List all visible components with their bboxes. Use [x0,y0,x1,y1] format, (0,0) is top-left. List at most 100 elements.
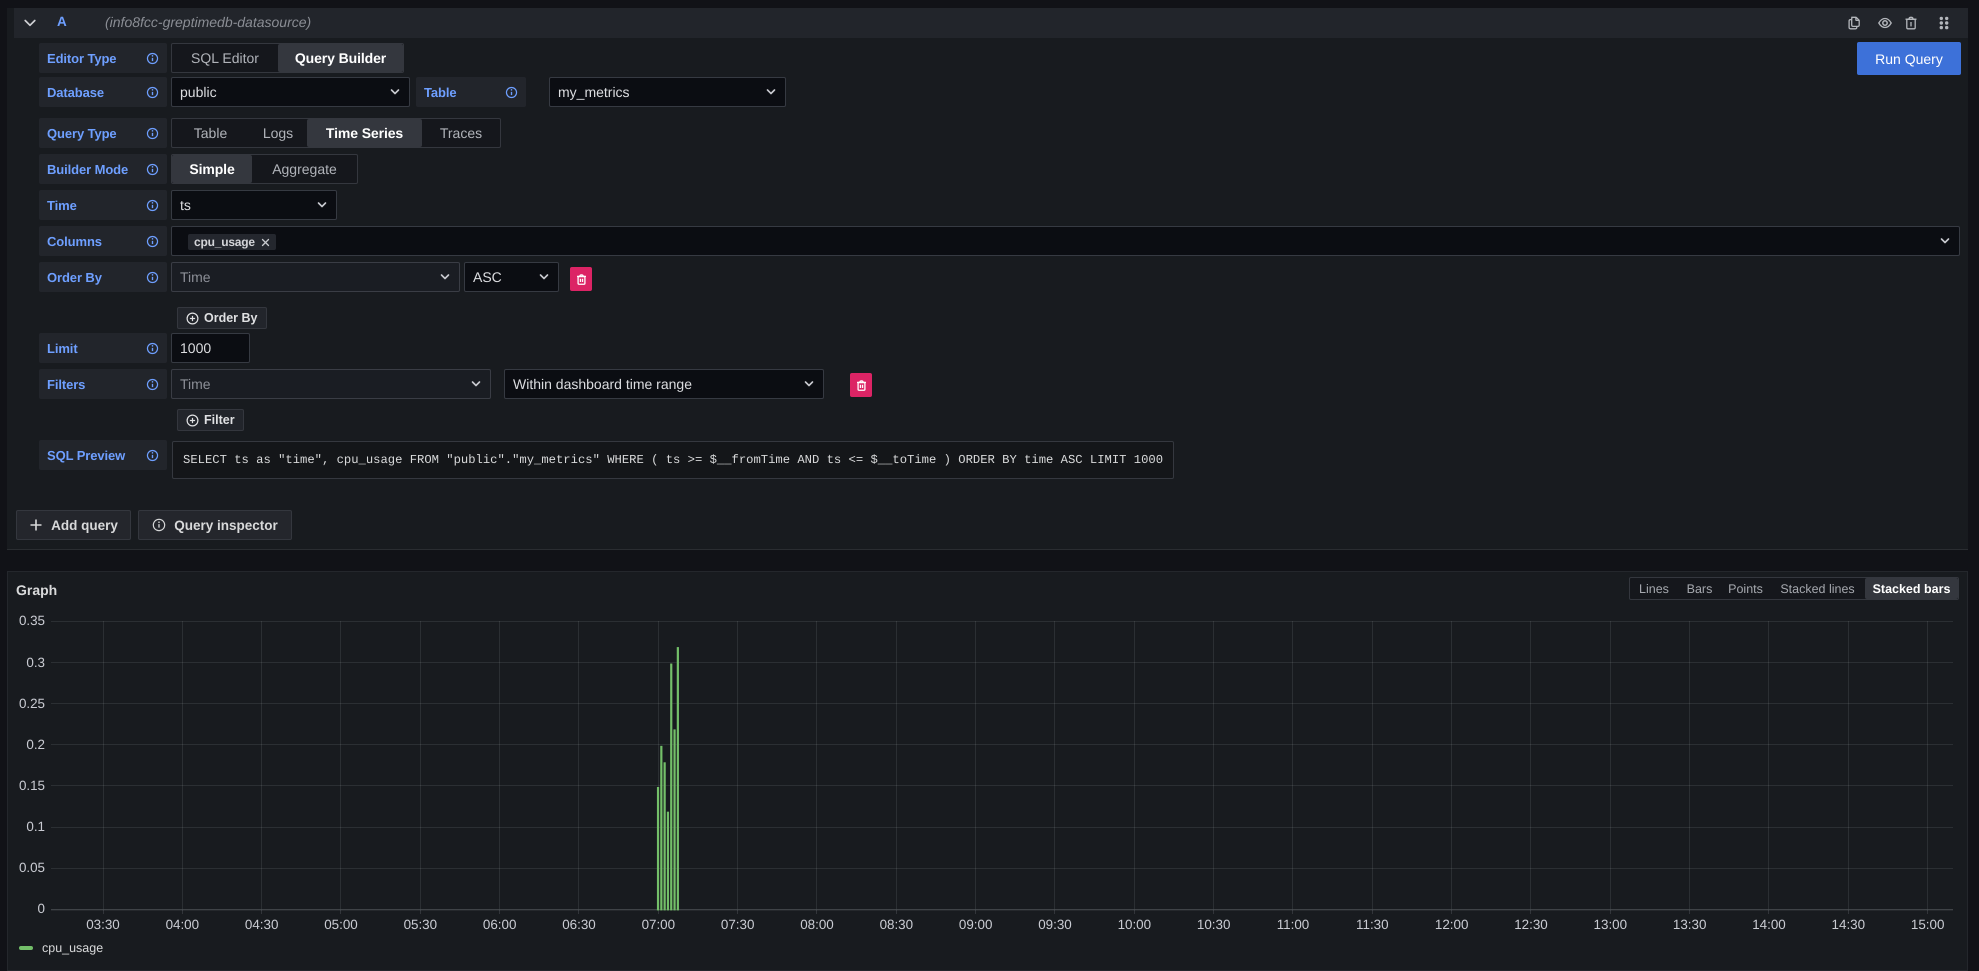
drag-handle-icon[interactable] [1936,15,1952,31]
info-icon[interactable] [146,127,159,140]
remove-order-by-button[interactable] [570,267,592,291]
bar-cpu_usage-07:06:15[interactable] [673,729,675,910]
bar-cpu_usage-07:07:30[interactable] [677,647,679,910]
x-tick-label: 08:00 [777,917,857,933]
bar-cpu_usage-07:03:45[interactable] [667,812,669,911]
columns-multiselect[interactable]: cpu_usage [171,226,1960,256]
x-tick-label: 04:30 [222,917,302,933]
segment-option-aggregate[interactable]: Aggregate [252,155,357,183]
segment-option-traces[interactable]: Traces [422,119,500,147]
y-tick-label: 0.35 [8,613,45,629]
datasource-name: (info8fcc-greptimedb-datasource) [105,14,311,30]
delete-query-trash-icon[interactable] [1903,15,1919,31]
x-tick-label: 10:30 [1174,917,1254,933]
table-select[interactable]: my_metrics [549,77,786,107]
info-icon[interactable] [505,86,518,99]
segment-option-query-builder[interactable]: Query Builder [278,44,403,72]
segment-option-time-series[interactable]: Time Series [307,119,422,147]
x-tick-label: 14:30 [1808,917,1888,933]
x-tick-label: 13:30 [1650,917,1730,933]
chevron-down-icon [439,271,451,283]
order-by-column-select[interactable]: Time [171,262,460,292]
run-query-button[interactable]: Run Query [1857,42,1961,75]
graph-panel: Graph LinesBarsPointsStacked linesStacke… [7,571,1968,971]
add-order-by-button[interactable]: Order By [177,307,267,329]
info-icon[interactable] [146,449,159,462]
info-icon[interactable] [146,86,159,99]
x-tick-label: 10:00 [1094,917,1174,933]
info-icon[interactable] [146,235,159,248]
info-icon[interactable] [146,378,159,391]
x-tick-label: 13:00 [1570,917,1650,933]
sql-preview-box: SELECT ts as "time", cpu_usage FROM "pub… [172,441,1174,479]
hide-query-eye-icon[interactable] [1877,15,1893,31]
chart-legend[interactable]: cpu_usage [19,941,103,955]
y-tick-label: 0.05 [8,860,45,876]
add-query-button[interactable]: Add query [16,510,131,540]
info-icon[interactable] [146,199,159,212]
info-icon[interactable] [146,271,159,284]
legend-series-label: cpu_usage [42,941,103,955]
y-tick-label: 0.3 [8,655,45,671]
plus-circle-icon [186,312,199,325]
remove-tag-icon[interactable] [261,238,270,247]
segment-option-logs[interactable]: Logs [249,119,307,147]
query-type-segmented: TableLogsTime SeriesTraces [171,118,501,148]
x-tick-label: 09:00 [936,917,1016,933]
x-tick-label: 07:00 [618,917,698,933]
info-icon[interactable] [146,342,159,355]
query-header[interactable]: A (info8fcc-greptimedb-datasource) [14,8,1968,38]
bar-cpu_usage-07:02:30[interactable] [664,762,666,910]
order-by-direction-select[interactable]: ASC [464,262,559,292]
chevron-down-icon [538,271,550,283]
builder-mode-segmented: SimpleAggregate [171,154,358,184]
sql-preview-label: SQL Preview [39,440,167,470]
segment-option-simple[interactable]: Simple [172,155,252,183]
columns-label: Columns [39,226,167,256]
info-icon[interactable] [146,163,159,176]
x-tick-label: 05:00 [301,917,381,933]
query-editor-section: A (info8fcc-greptimedb-datasource) [7,8,1968,550]
remove-filter-button[interactable] [850,373,872,397]
y-tick-label: 0.1 [8,819,45,835]
bar-cpu_usage-07:00:00[interactable] [657,787,659,910]
filter-column-select[interactable]: Time [171,369,491,399]
x-tick-label: 15:00 [1888,917,1968,933]
chevron-down-icon [470,378,482,390]
builder-mode-label: Builder Mode [39,154,167,184]
time-column-select[interactable]: ts [171,190,337,220]
x-tick-label: 09:30 [1015,917,1095,933]
database-label: Database [39,77,167,107]
x-tick-label: 11:30 [1332,917,1412,933]
x-tick-label: 12:00 [1412,917,1492,933]
y-tick-label: 0 [8,901,45,917]
collapse-chevron-icon[interactable] [23,16,37,30]
editor-type-segmented: SQL EditorQuery Builder [171,43,404,73]
x-tick-label: 08:30 [856,917,936,933]
editor-type-label: Editor Type [39,43,167,73]
bar-cpu_usage-07:01:15[interactable] [660,746,662,911]
x-tick-label: 06:30 [539,917,619,933]
order-by-label: Order By [39,262,167,292]
bar-cpu_usage-07:05:00[interactable] [670,664,672,911]
limit-label: Limit [39,333,167,363]
filter-condition-select[interactable]: Within dashboard time range [504,369,824,399]
plus-icon [29,518,43,532]
limit-input[interactable]: 1000 [171,333,250,363]
segment-option-sql-editor[interactable]: SQL Editor [172,44,278,72]
x-tick-label: 03:30 [63,917,143,933]
duplicate-query-icon[interactable] [1846,15,1862,31]
query-inspector-button[interactable]: Query inspector [138,510,292,540]
chevron-down-icon [389,86,401,98]
time-series-chart[interactable] [7,571,1966,971]
selected-column-tag[interactable]: cpu_usage [188,234,276,250]
info-icon[interactable] [146,52,159,65]
x-tick-label: 14:00 [1729,917,1809,933]
x-tick-label: 07:30 [698,917,778,933]
add-filter-button[interactable]: Filter [177,409,244,431]
legend-series-dash [19,946,33,951]
database-select[interactable]: public [171,77,410,107]
segment-option-table[interactable]: Table [172,119,249,147]
query-ref-id[interactable]: A [57,14,67,29]
y-tick-label: 0.15 [8,778,45,794]
